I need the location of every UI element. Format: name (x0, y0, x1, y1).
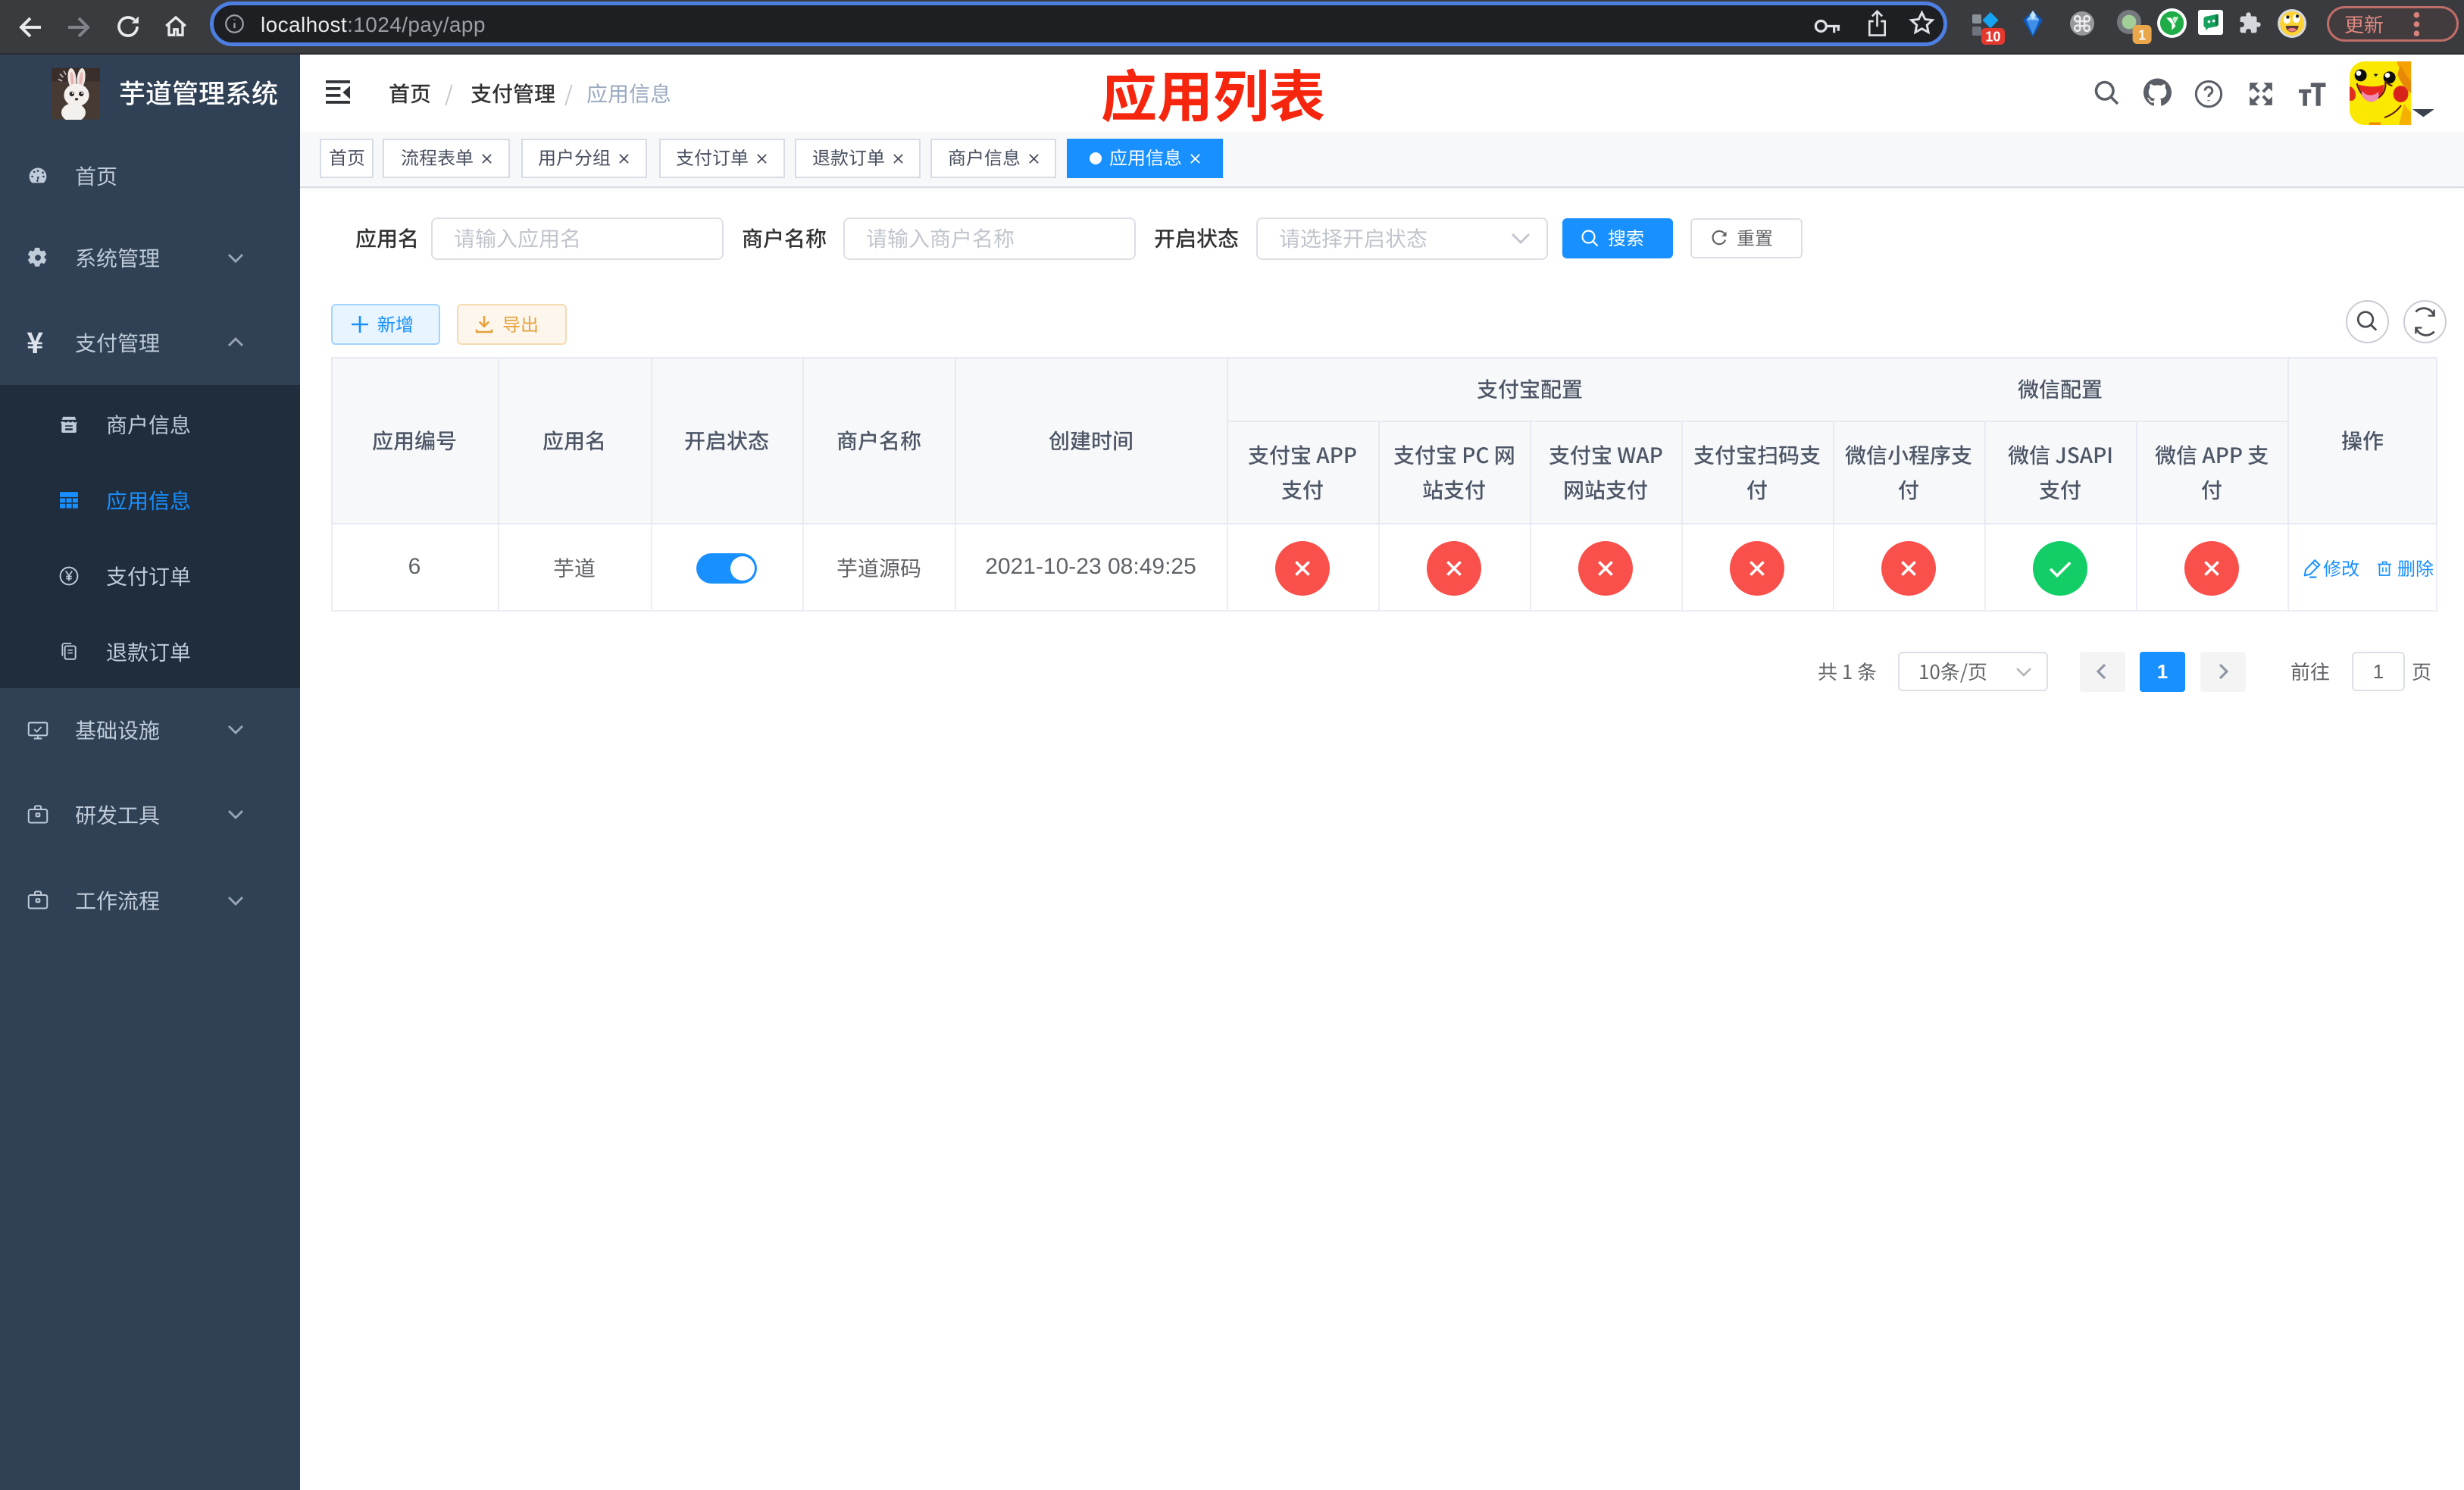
svg-text:10: 10 (1985, 30, 2000, 45)
svg-text:1: 1 (2138, 28, 2146, 43)
